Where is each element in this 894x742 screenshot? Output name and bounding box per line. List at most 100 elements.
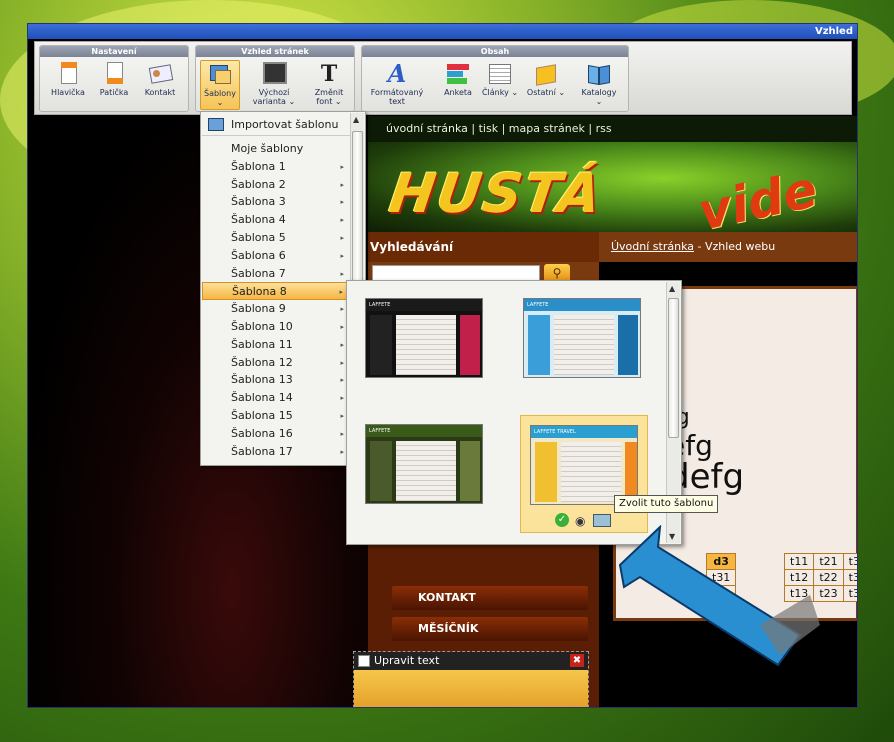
thumbnail-right xyxy=(460,315,480,375)
edit-icon xyxy=(358,655,370,667)
banner-title-second: vide xyxy=(693,160,823,242)
template-item[interactable]: Šablona 10 ▸ xyxy=(202,318,350,336)
poll-button[interactable]: Anketa xyxy=(438,60,478,110)
chevron-right-icon: ▸ xyxy=(340,251,344,260)
chevron-right-icon: ▸ xyxy=(340,340,344,349)
template-item[interactable]: Šablona 4 ▸ xyxy=(202,211,350,229)
nav-item-contact[interactable]: KONTAKT xyxy=(392,586,588,610)
thumbnail-header: LAFFETE xyxy=(366,299,482,311)
template-item[interactable]: Šablona 2 ▸ xyxy=(202,176,350,194)
ribbon-group-appearance: Vzhled stránek Šablony ⌄ Výchozí varianta… xyxy=(195,45,355,112)
scroll-up-icon[interactable]: ▲ xyxy=(669,284,675,293)
thumbnail-header: LAFFETE xyxy=(524,299,640,311)
edit-text-titlebar[interactable]: Upravit text ✖ xyxy=(354,652,588,670)
chevron-right-icon: ▸ xyxy=(340,234,344,242)
chevron-down-icon: ⌄ xyxy=(216,98,224,107)
package-icon xyxy=(533,62,559,86)
breadcrumb-home-link[interactable]: Úvodní stránka xyxy=(611,240,694,253)
chevron-right-icon: ▸ xyxy=(340,376,344,385)
chevron-right-icon: ▸ xyxy=(340,394,344,403)
book-icon xyxy=(586,62,612,86)
template-item[interactable]: Šablona 17 ▸ xyxy=(202,443,350,461)
thumbnail-sidebar xyxy=(370,441,392,501)
edit-text-panel: Upravit text ✖ xyxy=(353,651,589,707)
template-item[interactable]: Šablona 13 ▸ xyxy=(202,371,350,389)
chevron-right-icon: ▸ xyxy=(340,412,344,420)
chevron-right-icon: ▸ xyxy=(340,180,344,189)
other-button[interactable]: Ostatní ⌄ xyxy=(526,60,566,110)
newspaper-icon xyxy=(487,62,513,86)
ribbon-group-settings: Nastavení Hlavička Patička Kontakt xyxy=(39,45,189,112)
document-icon xyxy=(101,62,127,86)
template-item[interactable]: Šablona 15 ▸ xyxy=(202,407,350,425)
thumbnail-header: LAFFETE xyxy=(366,425,482,437)
pointer-arrow xyxy=(618,525,820,667)
site-banner: HUSTÁ vide xyxy=(368,142,857,242)
import-template-item[interactable]: Importovat šablonu xyxy=(202,114,350,136)
breadcrumb-current: - Vzhled webu xyxy=(694,240,776,253)
formatted-text-button[interactable]: A Formátovaný text xyxy=(364,60,430,110)
change-font-button[interactable]: T Změnit font ⌄ xyxy=(306,60,352,110)
template-item[interactable]: Šablona 5 ▸ xyxy=(202,229,350,247)
chevron-right-icon: ▸ xyxy=(340,323,344,331)
chevron-right-icon: ▸ xyxy=(340,269,344,278)
template-thumbnail[interactable]: LAFFETE TRAVEL xyxy=(530,425,638,505)
ribbon-toolbar: Nastavení Hlavička Patička Kontakt Vzhle… xyxy=(34,41,852,115)
edit-text-body[interactable] xyxy=(354,670,588,707)
catalogs-button[interactable]: Katalogy ⌄ xyxy=(574,60,624,110)
thumbnail-main xyxy=(554,315,614,375)
templates-dropdown: Importovat šablonu Moje šablony Šablona 1… xyxy=(200,111,366,466)
template-thumbnail[interactable]: LAFFETE xyxy=(523,298,641,378)
template-item[interactable]: Šablona 3 ▸ xyxy=(202,193,350,211)
template-item[interactable]: Šablona 8 ▸ xyxy=(202,282,350,301)
template-item[interactable]: Šablona 14 ▸ xyxy=(202,389,350,407)
template-item[interactable]: Šablona 12 ▸ xyxy=(202,354,350,372)
thumbnail-right xyxy=(625,442,637,502)
template-item[interactable]: Šablona 11 ▸ xyxy=(202,336,350,354)
chevron-right-icon: ▸ xyxy=(340,429,344,438)
template-item[interactable]: Moje šablony xyxy=(202,140,350,158)
templates-button[interactable]: Šablony ⌄ xyxy=(200,60,240,110)
template-thumbnail[interactable]: LAFFETE xyxy=(365,298,483,378)
tooltip: Zvolit tuto šablonu xyxy=(614,495,719,513)
ribbon-group-content: Obsah A Formátovaný text Anketa Články ⌄… xyxy=(361,45,629,112)
thumbnail-right xyxy=(460,441,480,501)
chevron-right-icon: ▸ xyxy=(340,358,344,367)
top-links[interactable]: úvodní stránka | tisk | mapa stránek | r… xyxy=(368,116,857,142)
header-button[interactable]: Hlavička xyxy=(48,60,88,110)
check-icon[interactable]: ✓ xyxy=(555,513,569,527)
template-item[interactable]: Šablona 7 ▸ xyxy=(202,265,350,283)
articles-button[interactable]: Články ⌄ xyxy=(480,60,520,110)
template-item[interactable]: Šablona 16 ▸ xyxy=(202,425,350,443)
document-icon xyxy=(55,62,81,86)
window-title: Vzhled xyxy=(28,24,857,39)
template-item[interactable]: Šablona 1 ▸ xyxy=(202,158,350,176)
thumbnail-main xyxy=(561,442,621,502)
thumbnail-sidebar xyxy=(370,315,392,375)
chevron-right-icon: ▸ xyxy=(340,305,344,314)
nav-item-monthly[interactable]: MĚSÍČNÍK xyxy=(392,617,588,641)
default-variant-button[interactable]: Výchozí varianta ⌄ xyxy=(252,60,296,110)
template-item[interactable]: Šablona 9 ▸ xyxy=(202,300,350,318)
thumbnail-main xyxy=(396,315,456,375)
chevron-right-icon: ▸ xyxy=(340,216,344,225)
template-thumbnail[interactable]: LAFFETE xyxy=(365,424,483,504)
banner-title: HUSTÁ xyxy=(385,162,607,225)
chevron-right-icon: ▸ xyxy=(340,162,344,171)
thumbnail-sidebar xyxy=(528,315,550,375)
scroll-up-icon[interactable]: ▲ xyxy=(353,115,359,124)
close-icon[interactable]: ✖ xyxy=(570,654,584,667)
variant-icon xyxy=(261,62,287,86)
contact-button[interactable]: Kontakt xyxy=(140,60,180,110)
eye-icon[interactable]: ◉ xyxy=(575,514,585,528)
poll-chart-icon xyxy=(445,62,471,86)
preview-scrollbar-thumb[interactable] xyxy=(668,298,679,438)
ribbon-group-title: Nastavení xyxy=(40,46,188,57)
template-item[interactable]: Šablona 6 ▸ xyxy=(202,247,350,265)
font-icon: T xyxy=(320,61,338,87)
ribbon-group-title: Vzhled stránek xyxy=(196,46,354,57)
text-format-icon: A xyxy=(387,59,407,88)
contact-card-icon xyxy=(147,62,174,86)
footer-button[interactable]: Patička xyxy=(94,60,134,110)
thumbnail-right xyxy=(618,315,638,375)
